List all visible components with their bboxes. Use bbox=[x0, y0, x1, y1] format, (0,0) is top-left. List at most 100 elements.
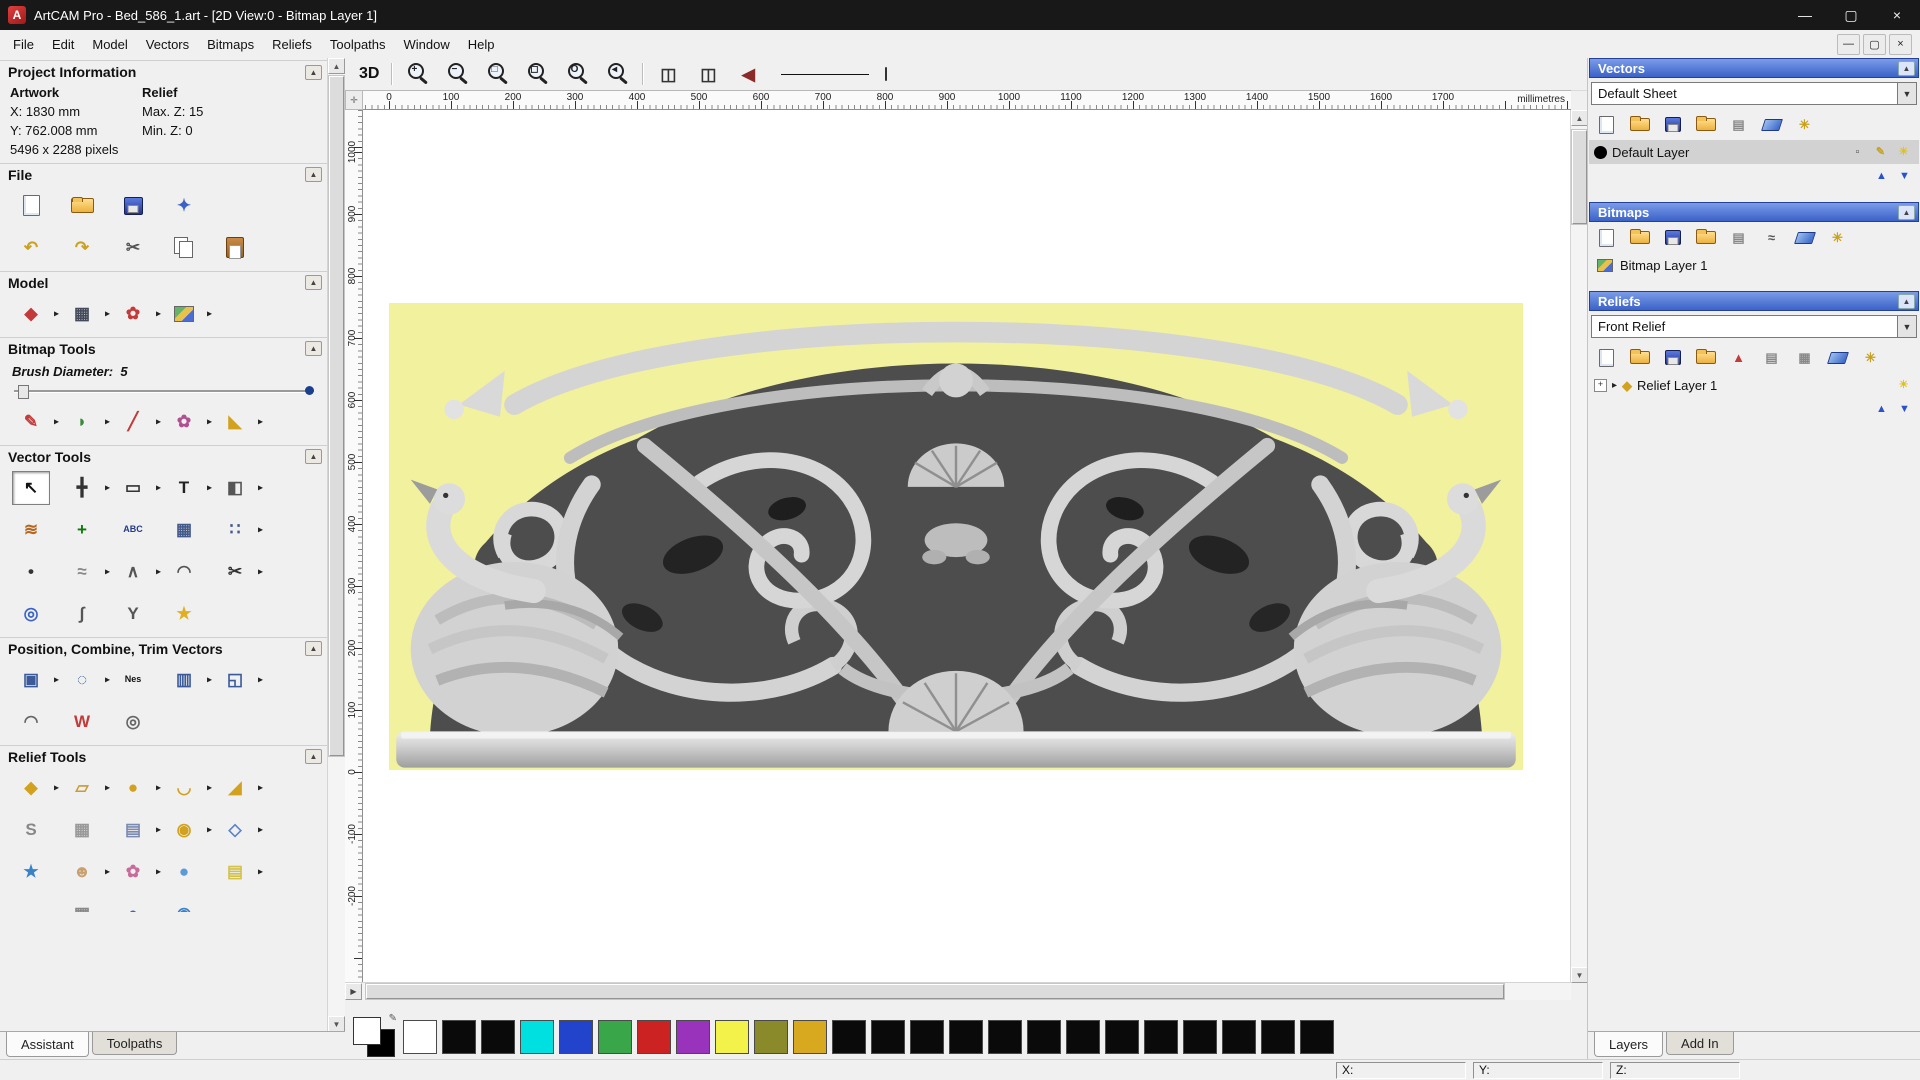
menu-edit[interactable]: Edit bbox=[43, 33, 83, 56]
relief-layer-row[interactable]: + ▸ ◆ Relief Layer 1 ☀ bbox=[1589, 373, 1919, 397]
palette-swatch-5[interactable] bbox=[598, 1020, 632, 1054]
scroll-up-arrow[interactable]: ▲ bbox=[1571, 110, 1588, 126]
dome-relief[interactable]: ● bbox=[165, 855, 203, 889]
paint-brush[interactable]: ✎ ▸ bbox=[12, 405, 59, 439]
flood-fill[interactable]: ◣ ▸ bbox=[216, 405, 263, 439]
envelope-distort-flyout[interactable]: ▸ bbox=[258, 824, 263, 835]
new-vector-layer[interactable] bbox=[1592, 111, 1621, 138]
palette-swatch-0[interactable] bbox=[403, 1020, 437, 1054]
block-paste-flyout[interactable]: ▸ bbox=[258, 524, 263, 535]
fit-arcs-to-curve[interactable]: ◠ bbox=[12, 705, 50, 739]
chevron-down-icon[interactable]: ▼ bbox=[1897, 316, 1916, 337]
palette-swatch-4[interactable] bbox=[559, 1020, 593, 1054]
zoom-fit[interactable]: ◻ bbox=[518, 57, 556, 91]
calculate-relief[interactable]: ▲ bbox=[1724, 344, 1753, 371]
offset-vectors[interactable]: ≋ bbox=[12, 513, 50, 547]
menu-window[interactable]: Window bbox=[395, 33, 459, 56]
add-relief-clipart[interactable]: ✿ ▸ bbox=[114, 297, 161, 331]
brush-diameter-slider[interactable] bbox=[14, 383, 314, 399]
block-copy-rotate[interactable]: ▣ ▸ bbox=[12, 663, 59, 697]
delete-relief-layer[interactable] bbox=[1823, 344, 1852, 371]
add-texture-flyout[interactable]: ▸ bbox=[156, 782, 161, 793]
save-model[interactable] bbox=[114, 189, 152, 223]
open-model[interactable] bbox=[63, 189, 101, 223]
chevron-down-icon[interactable]: ▼ bbox=[1897, 83, 1916, 104]
bitmap-layer-row[interactable]: Bitmap Layer 1 bbox=[1589, 253, 1919, 277]
new-model[interactable] bbox=[12, 189, 50, 223]
create-star[interactable]: ★ bbox=[165, 597, 203, 631]
palette-swatch-7[interactable] bbox=[676, 1020, 710, 1054]
texture-flow[interactable]: ✿ ▸ bbox=[114, 855, 161, 889]
redo[interactable]: ↷ bbox=[63, 231, 101, 265]
move-vector-layer-up[interactable]: ▲ bbox=[1871, 166, 1892, 186]
palette-swatch-9[interactable] bbox=[754, 1020, 788, 1054]
relief-layer-visibility-toggle[interactable]: ☀ bbox=[1893, 375, 1914, 395]
move-relief-layer-down[interactable]: ▼ bbox=[1894, 399, 1915, 419]
offset-relief[interactable]: ▬ bbox=[12, 897, 50, 912]
pct-collapse-button[interactable]: ▲ bbox=[305, 641, 322, 657]
block-paste[interactable]: ∷ ▸ bbox=[216, 513, 263, 547]
smooth-relief-flyout[interactable]: ▸ bbox=[105, 782, 110, 793]
scroll-thumb[interactable] bbox=[366, 984, 1505, 999]
cut[interactable]: ✂ bbox=[114, 231, 152, 265]
palette-swatch-16[interactable] bbox=[1027, 1020, 1061, 1054]
bitmap-vector-convert[interactable]: ≈ bbox=[1757, 224, 1786, 251]
view-3d-button[interactable]: 3D bbox=[353, 62, 385, 86]
turn-wizard-flyout[interactable]: ▸ bbox=[207, 824, 212, 835]
select-vectors[interactable]: ↖ bbox=[12, 470, 50, 505]
palette-swatch-11[interactable] bbox=[832, 1020, 866, 1054]
scroll-track[interactable] bbox=[328, 74, 345, 1016]
sheet-select[interactable]: Default Sheet ▼ bbox=[1591, 82, 1917, 105]
scroll-thumb[interactable] bbox=[1572, 130, 1587, 224]
merge-vector-layers[interactable]: ▤ bbox=[1724, 111, 1753, 138]
palette-swatch-22[interactable] bbox=[1261, 1020, 1295, 1054]
assistant-scrollbar[interactable]: ▲ ▼ bbox=[327, 58, 345, 1032]
model-notes-flyout[interactable]: ▸ bbox=[207, 308, 212, 319]
panel-expand-button[interactable]: ▶ bbox=[345, 983, 362, 1000]
relief-select[interactable]: Front Relief ▼ bbox=[1591, 315, 1917, 338]
palette-swatch-12[interactable] bbox=[871, 1020, 905, 1054]
scroll-thumb[interactable] bbox=[329, 76, 344, 757]
align-vectors-flyout[interactable]: ▸ bbox=[207, 674, 212, 685]
weave-wizard[interactable]: ▦ bbox=[63, 813, 101, 847]
add-texture[interactable]: ● ▸ bbox=[114, 771, 161, 805]
canvas-viewport[interactable] bbox=[363, 110, 1571, 983]
palette-swatch-8[interactable] bbox=[715, 1020, 749, 1054]
palette-swatch-13[interactable] bbox=[910, 1020, 944, 1054]
paint-selective-flyout[interactable]: ▸ bbox=[105, 416, 110, 427]
scroll-down-arrow[interactable]: ▼ bbox=[1571, 967, 1588, 983]
stack-reliefs[interactable]: ▤ ▸ bbox=[216, 855, 263, 889]
create-polyline[interactable]: ∧ ▸ bbox=[114, 555, 161, 589]
tab-assistant[interactable]: Assistant bbox=[6, 1032, 89, 1057]
vector-grid[interactable]: ▦ bbox=[165, 513, 203, 547]
tab-add-in[interactable]: Add In bbox=[1666, 1032, 1734, 1055]
palette-swatch-21[interactable] bbox=[1222, 1020, 1256, 1054]
vectors-collapse-button[interactable]: ▲ bbox=[1898, 60, 1915, 76]
import-bitmap[interactable] bbox=[1691, 224, 1720, 251]
undo[interactable]: ↶ bbox=[12, 231, 50, 265]
stack-reliefs-flyout[interactable]: ▸ bbox=[258, 866, 263, 877]
mdi-restore-button[interactable]: ▢ bbox=[1863, 33, 1886, 55]
mesh-creator[interactable]: ▦ bbox=[63, 897, 101, 912]
move-vector-layer-down[interactable]: ▼ bbox=[1894, 166, 1915, 186]
layer-visibility-toggle[interactable]: ☀ bbox=[1893, 142, 1914, 162]
palette-swatch-6[interactable] bbox=[637, 1020, 671, 1054]
menu-toolpaths[interactable]: Toolpaths bbox=[321, 33, 395, 56]
create-spiral[interactable]: ◎ bbox=[114, 705, 152, 739]
save-bitmap-layer[interactable] bbox=[1658, 224, 1687, 251]
copy[interactable] bbox=[165, 231, 203, 265]
create-arc[interactable]: ◠ bbox=[165, 555, 203, 589]
bitmaps-collapse-button[interactable]: ▲ bbox=[1898, 204, 1915, 220]
scroll-down-arrow[interactable]: ▼ bbox=[328, 1016, 345, 1032]
set-model-size-flyout[interactable]: ▸ bbox=[54, 308, 59, 319]
group-vectors-flyout[interactable]: ▸ bbox=[258, 674, 263, 685]
file-collapse-button[interactable]: ▲ bbox=[305, 167, 322, 183]
palette-swatch-3[interactable] bbox=[520, 1020, 554, 1054]
wrap-vectors[interactable]: ◎ bbox=[12, 597, 50, 631]
zoom-in[interactable]: + bbox=[398, 57, 436, 91]
menu-file[interactable]: File bbox=[4, 33, 43, 56]
snap-view-left[interactable]: ◫ bbox=[649, 57, 687, 91]
menu-model[interactable]: Model bbox=[83, 33, 136, 56]
mdi-minimize-button[interactable]: — bbox=[1837, 33, 1860, 55]
turn-wizard[interactable]: ◉ ▸ bbox=[165, 813, 212, 847]
